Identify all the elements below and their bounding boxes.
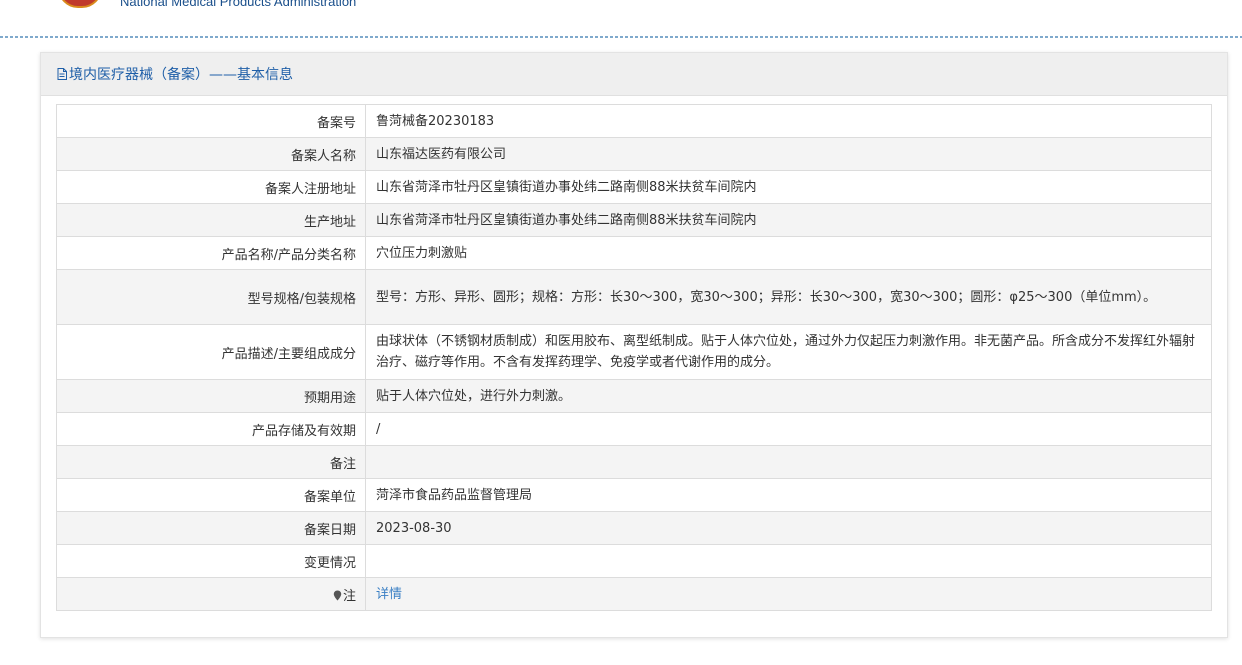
row-value: 由球状体（不锈钢材质制成）和医用胶布、离型纸制成。贴于人体穴位处，通过外力仅起压… [365,324,1212,380]
row-value [365,544,1212,578]
row-label: 预期用途 [56,379,366,413]
header-link-a[interactable] [1032,0,1062,3]
row-value: 型号：方形、异形、圆形；规格：方形：长30～300，宽30～300；异形：长30… [365,269,1212,325]
table-row: 备案日期 2023-08-30 [56,511,1212,545]
row-label: 变更情况 [56,544,366,578]
panel-header: 境内医疗器械（备案）——基本信息 [41,53,1227,96]
pin-icon [333,590,342,601]
row-value: / [365,412,1212,446]
header-divider [0,36,1242,38]
row-label: 备案人名称 [56,137,366,171]
row-label: 产品描述/主要组成成分 [56,324,366,380]
row-label: 备案单位 [56,478,366,512]
row-label: 产品存储及有效期 [56,412,366,446]
row-value [365,445,1212,479]
agency-name-en[interactable]: National Medical Products Administration [120,0,356,9]
row-value: 详情 [365,577,1212,611]
site-header: National Medical Products Administration [0,0,1242,37]
details-link[interactable]: 详情 [376,587,402,602]
info-panel: 境内医疗器械（备案）——基本信息 备案号 鲁菏械备20230183 备案人名称 … [40,52,1228,638]
info-table: 备案号 鲁菏械备20230183 备案人名称 山东福达医药有限公司 备案人注册地… [56,104,1212,611]
row-value: 山东省菏泽市牡丹区皇镇街道办事处纬二路南侧88米扶贫车间院内 [365,203,1212,237]
table-row: 产品描述/主要组成成分 由球状体（不锈钢材质制成）和医用胶布、离型纸制成。贴于人… [56,324,1212,380]
row-label: 备案号 [56,104,366,138]
header-link-b[interactable] [1102,0,1192,3]
row-label: 注 [56,577,366,611]
row-label: 产品名称/产品分类名称 [56,236,366,270]
table-row: 产品存储及有效期 / [56,412,1212,446]
row-label: 备案日期 [56,511,366,545]
table-row: 备案人注册地址 山东省菏泽市牡丹区皇镇街道办事处纬二路南侧88米扶贫车间院内 [56,170,1212,204]
document-icon [57,68,67,80]
row-value: 穴位压力刺激贴 [365,236,1212,270]
row-label: 生产地址 [56,203,366,237]
row-label: 备注 [56,445,366,479]
table-row: 型号规格/包装规格 型号：方形、异形、圆形；规格：方形：长30～300，宽30～… [56,269,1212,325]
row-value: 山东福达医药有限公司 [365,137,1212,171]
table-row: 注 详情 [56,577,1212,611]
table-row: 备案人名称 山东福达医药有限公司 [56,137,1212,171]
row-value: 2023-08-30 [365,511,1212,545]
row-value: 菏泽市食品药品监督管理局 [365,478,1212,512]
nmpa-emblem-icon[interactable] [58,0,102,8]
row-label: 型号规格/包装规格 [56,269,366,325]
row-label-text: 注 [342,588,356,604]
row-value: 山东省菏泽市牡丹区皇镇街道办事处纬二路南侧88米扶贫车间院内 [365,170,1212,204]
table-row: 预期用途 贴于人体穴位处，进行外力刺激。 [56,379,1212,413]
panel-title-text: 境内医疗器械（备案）——基本信息 [69,67,293,83]
table-row: 生产地址 山东省菏泽市牡丹区皇镇街道办事处纬二路南侧88米扶贫车间院内 [56,203,1212,237]
table-row: 产品名称/产品分类名称 穴位压力刺激贴 [56,236,1212,270]
row-label: 备案人注册地址 [56,170,366,204]
row-value: 鲁菏械备20230183 [365,104,1212,138]
table-row: 备注 [56,445,1212,479]
table-row: 备案号 鲁菏械备20230183 [56,104,1212,138]
table-row: 变更情况 [56,544,1212,578]
panel-title: 境内医疗器械（备案）——基本信息 [57,64,293,84]
row-value: 贴于人体穴位处，进行外力刺激。 [365,379,1212,413]
table-row: 备案单位 菏泽市食品药品监督管理局 [56,478,1212,512]
